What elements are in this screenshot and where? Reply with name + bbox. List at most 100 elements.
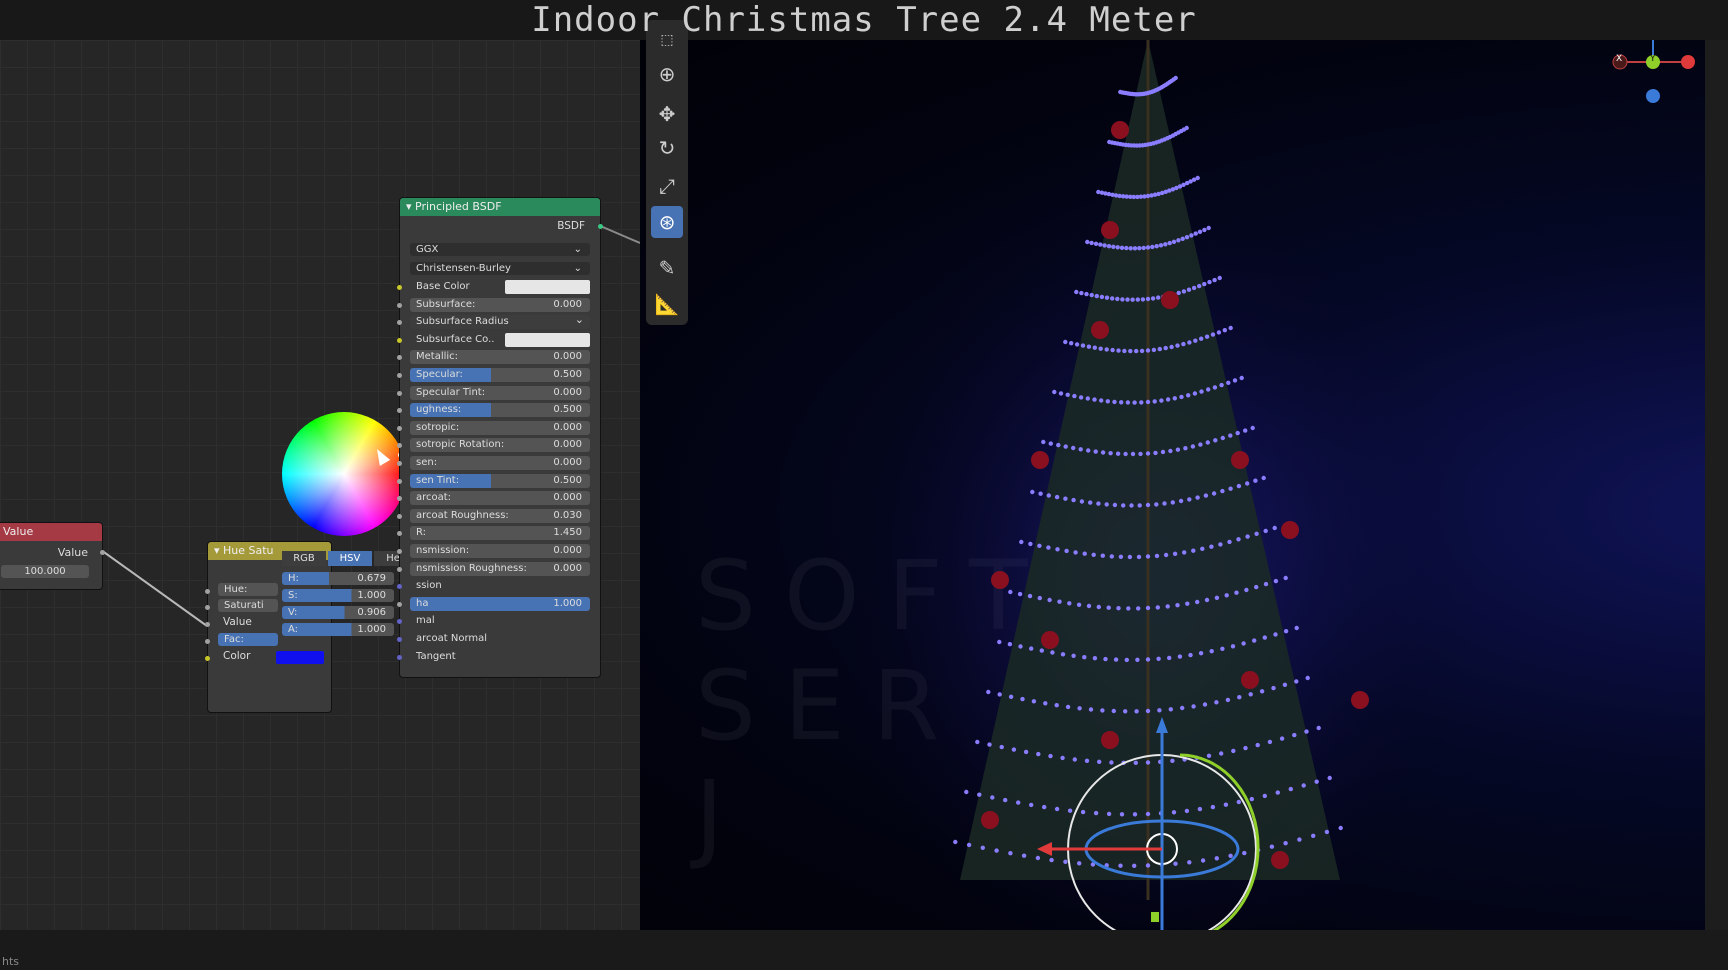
bsdf-row[interactable]: sen: 0.000 <box>410 456 590 470</box>
bsdf-socket[interactable] <box>397 373 402 378</box>
bsdf-row[interactable]: mal <box>410 614 590 628</box>
hsv-field-h[interactable]: H: 0.679 <box>282 572 394 585</box>
bsdf-socket[interactable] <box>397 566 402 572</box>
hue-socket[interactable] <box>205 589 210 594</box>
bsdf-socket[interactable] <box>397 320 402 326</box>
value-field[interactable]: 100.000 <box>1 565 89 578</box>
bsdf-socket[interactable] <box>397 355 402 361</box>
bsdf-socket[interactable] <box>397 408 402 414</box>
measure-icon[interactable]: 📐 <box>651 288 683 320</box>
annotate-icon[interactable]: ✎ <box>651 252 683 284</box>
saturation-socket[interactable] <box>205 605 210 610</box>
garland-light <box>1219 751 1224 756</box>
bsdf-socket[interactable] <box>397 513 402 519</box>
rotate-icon[interactable]: ↻ <box>651 132 683 164</box>
bsdf-row[interactable]: arcoat: 0.000 <box>410 491 590 506</box>
value-input-socket[interactable] <box>205 622 210 627</box>
bsdf-row[interactable]: Specular Tint: 0.000 <box>410 385 590 400</box>
tab-hsv[interactable]: HSV <box>328 551 372 566</box>
bsdf-socket[interactable] <box>397 390 402 396</box>
garland-light <box>1145 399 1151 405</box>
bsdf-row[interactable]: ha 1.000 <box>410 596 590 611</box>
scale-icon[interactable]: ⤢ <box>651 170 683 202</box>
garland-light <box>1072 757 1077 762</box>
color-value-swatch[interactable] <box>505 280 590 294</box>
bsdf-socket[interactable] <box>397 285 402 290</box>
garland-light <box>980 845 985 850</box>
bsdf-row-value: 0.030 <box>553 509 582 521</box>
color-value-swatch[interactable] <box>505 332 590 347</box>
bsdf-socket[interactable] <box>397 302 402 308</box>
properties-strip[interactable] <box>1705 40 1728 930</box>
garland-light <box>1115 296 1120 302</box>
hsv-field-v[interactable]: V: 0.906 <box>282 606 394 619</box>
color-input-label: Color <box>223 650 251 662</box>
bsdf-row[interactable]: Metallic: 0.000 <box>410 350 590 365</box>
bsdf-row[interactable]: arcoat Roughness: 0.030 <box>410 508 590 523</box>
value-output-socket[interactable] <box>100 550 105 555</box>
cursor-icon[interactable]: ⊕ <box>651 58 683 90</box>
node-editor[interactable]: Value Value 100.000 ▾ Hue Satu Hue: Satu… <box>0 40 640 930</box>
color-wheel[interactable] <box>282 412 406 536</box>
bsdf-socket[interactable] <box>397 549 402 554</box>
bsdf-row[interactable]: Subsurface Radius ⌄ <box>410 313 590 330</box>
bsdf-row[interactable]: R: 1.450 <box>410 526 590 541</box>
bsdf-row[interactable]: sotropic Rotation: 0.000 <box>410 438 590 453</box>
bsdf-socket[interactable] <box>397 443 402 449</box>
bsdf-row[interactable]: Subsurface: 0.000 <box>410 297 590 312</box>
bsdf-socket[interactable] <box>397 496 402 502</box>
garland-light <box>1141 245 1146 251</box>
bsdf-socket[interactable] <box>397 531 402 537</box>
fac-field[interactable]: Fac: <box>218 633 278 646</box>
3d-viewport[interactable]: SOFT SER J <box>640 40 1705 930</box>
bsdf-socket[interactable] <box>397 461 402 466</box>
hue-field[interactable]: Hue: <box>218 583 278 596</box>
bsdf-row[interactable]: sotropic: 0.000 <box>410 420 590 435</box>
bsdf-row[interactable]: Subsurface Co.. <box>410 332 590 347</box>
garland-light <box>1115 245 1120 250</box>
navigation-gizmo[interactable] <box>1612 40 1695 103</box>
garland-light <box>1199 336 1204 341</box>
bsdf-socket[interactable] <box>397 337 402 343</box>
bsdf-socket[interactable] <box>397 425 402 431</box>
bsdf-row[interactable]: nsmission Roughness: 0.000 <box>410 561 590 576</box>
garland-light <box>1261 475 1266 481</box>
garland-light <box>1007 642 1013 647</box>
hsv-field-s[interactable]: S: 1.000 <box>282 589 394 602</box>
tab-rgb[interactable]: RGB <box>282 551 326 566</box>
subsurface-method-dropdown[interactable]: Christensen-Burley ⌄ <box>410 262 590 275</box>
bsdf-row[interactable]: ssion <box>410 579 590 593</box>
garland-light <box>1031 699 1037 704</box>
move-icon[interactable]: ✥ <box>651 98 683 130</box>
bsdf-socket[interactable] <box>397 619 402 625</box>
bsdf-output-socket[interactable] <box>598 224 603 229</box>
value-node[interactable]: Value Value 100.000 <box>0 522 105 590</box>
color-socket[interactable] <box>205 656 210 661</box>
transform-icon[interactable]: ⊛ <box>651 206 683 238</box>
hsv-field-a[interactable]: A: 1.000 <box>282 623 394 636</box>
bsdf-row[interactable]: nsmission: 0.000 <box>410 544 590 558</box>
garland-light <box>1314 779 1319 784</box>
bsdf-row-label: Subsurface Co.. <box>416 333 495 345</box>
bsdf-socket[interactable] <box>397 601 402 607</box>
garland-light <box>1271 685 1276 691</box>
bsdf-row[interactable]: Specular: 0.500 <box>410 368 590 382</box>
fac-socket[interactable] <box>205 639 210 644</box>
distribution-dropdown[interactable]: GGX ⌄ <box>410 243 590 256</box>
bsdf-socket[interactable] <box>397 637 402 642</box>
garland-light <box>1232 378 1238 383</box>
bsdf-socket[interactable] <box>397 584 402 590</box>
bsdf-socket[interactable] <box>397 654 402 660</box>
bsdf-socket[interactable] <box>397 478 402 484</box>
bsdf-row[interactable]: ughness: 0.500 <box>410 403 590 418</box>
principled-bsdf-node[interactable]: ▾ Principled BSDF BSDF GGX ⌄ Christensen… <box>397 197 603 678</box>
bsdf-row[interactable]: Base Color <box>410 280 590 294</box>
garland-light <box>1126 606 1131 611</box>
bsdf-row[interactable]: arcoat Normal <box>410 632 590 646</box>
garland-light <box>1206 387 1211 392</box>
bsdf-row[interactable]: sen Tint: 0.500 <box>410 473 590 488</box>
ornament-ball <box>1231 451 1249 469</box>
bsdf-row[interactable]: Tangent <box>410 650 590 664</box>
saturation-field[interactable]: Saturati <box>218 599 278 612</box>
garland-light <box>986 689 991 695</box>
